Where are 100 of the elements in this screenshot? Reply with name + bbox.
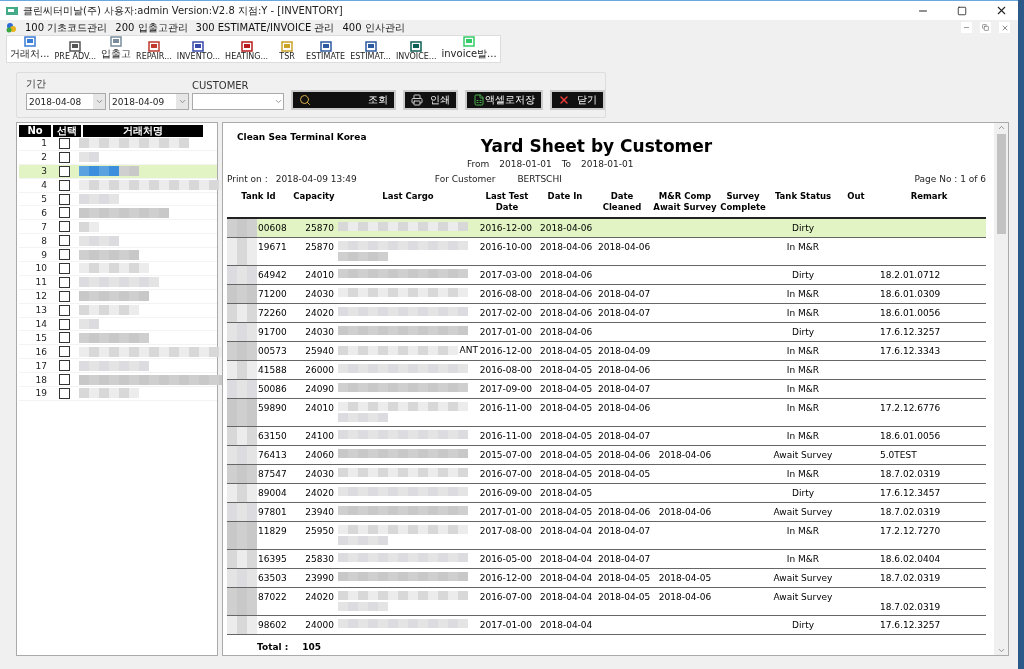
maximize-icon	[957, 5, 967, 16]
toolbar-button[interactable]: 인쇄	[402, 90, 458, 110]
close-button[interactable]	[999, 22, 1010, 33]
checkbox[interactable]	[59, 137, 70, 149]
redacted-text	[79, 235, 119, 246]
customer-row[interactable]: 6	[19, 206, 217, 221]
checkbox[interactable]	[59, 387, 70, 399]
checkbox[interactable]	[59, 179, 70, 191]
toolbar-button[interactable]: 닫기	[549, 90, 605, 110]
checkbox[interactable]	[59, 360, 70, 372]
redacted-text	[79, 360, 149, 371]
row-number: 1	[40, 138, 48, 149]
toolbar-button[interactable]: INVENTO...	[175, 40, 222, 61]
toolbar-button[interactable]: TSR	[272, 40, 303, 61]
toolbar-button[interactable]: invoice발...	[440, 35, 498, 61]
row-number: 19	[34, 388, 48, 399]
checkbox[interactable]	[59, 193, 70, 205]
table-cell-text: 18.7.02.0319	[879, 469, 942, 479]
checkbox[interactable]	[59, 374, 70, 386]
checkbox[interactable]	[59, 235, 70, 247]
toolbar-button[interactable]: 입출고	[100, 35, 133, 61]
menu-item[interactable]: 200 입출고관리	[115, 20, 188, 35]
dropdown-icon	[274, 97, 283, 106]
customer-row[interactable]: 17	[19, 359, 217, 374]
customer-row[interactable]: 7	[19, 220, 217, 235]
date-field[interactable]: 2018-04-08	[26, 93, 106, 110]
scroll-thumb[interactable]	[996, 134, 1006, 234]
column-header: 선택	[53, 125, 81, 137]
table-cell: ANT	[459, 345, 478, 355]
checkbox[interactable]	[59, 165, 70, 177]
redacted-text	[338, 602, 388, 611]
redacted-text	[79, 291, 149, 302]
row-number: 3	[40, 166, 48, 177]
table-cell-text: 26000	[304, 365, 335, 375]
checkbox[interactable]	[59, 221, 70, 233]
table-cell-text: 25870	[304, 223, 335, 233]
redacted-text	[338, 536, 388, 545]
checkbox[interactable]	[59, 304, 70, 316]
table-cell-text: 24030	[304, 289, 335, 299]
table-cell-text: Dirty	[791, 270, 815, 280]
menu-item[interactable]: 400 인사관리	[342, 20, 405, 35]
app-icon	[6, 5, 18, 16]
table-cell: 19671	[258, 242, 287, 252]
customer-row[interactable]: 19	[19, 387, 217, 401]
table-cell-text: 2017-01-00	[478, 507, 533, 517]
toolbar-button[interactable]: HEATING...	[224, 40, 270, 61]
table-cell-text: 25950	[304, 526, 335, 536]
table-cell-text: 18.7.02.0319	[879, 602, 942, 612]
column-header: Survey Complete	[720, 190, 766, 213]
table-cell: 89004	[258, 488, 287, 498]
table-cell-text: 2016-07-00	[478, 592, 533, 602]
customer-row[interactable]: 1	[19, 137, 217, 151]
table-cell-text: 2018-04-04	[539, 573, 594, 583]
table-cell-text: 2018-04-06	[539, 289, 594, 299]
total-value: 105	[302, 642, 322, 652]
toolbar-button[interactable]: INVOICE...	[394, 40, 438, 61]
table-cell: 63503	[258, 573, 287, 583]
menu-item[interactable]: 300 ESTIMATE/INVOICE 관리	[195, 20, 335, 35]
customer-row[interactable]: 15	[19, 331, 217, 346]
table-cell-text: 18.7.02.0319	[879, 507, 942, 517]
checkbox[interactable]	[59, 318, 70, 330]
toolbar-button[interactable]: ESTIMATE	[305, 40, 347, 61]
checkbox[interactable]	[59, 332, 70, 344]
toolbar-button[interactable]: REPAIR...	[135, 40, 173, 61]
print-date: 2018-04-09 13:49	[275, 173, 357, 184]
column-header: Last Test Date	[484, 190, 530, 213]
table-cell-text: 2018-04-04	[539, 526, 594, 536]
checkbox[interactable]	[59, 346, 70, 358]
customer-row[interactable]: 10	[19, 262, 217, 276]
customer-row[interactable]: 8	[19, 234, 217, 249]
checkbox[interactable]	[59, 262, 70, 274]
checkbox[interactable]	[59, 276, 70, 288]
minimize-button[interactable]	[961, 22, 972, 33]
checkbox[interactable]	[59, 207, 70, 219]
customer-row[interactable]: 9	[19, 248, 217, 262]
date-field[interactable]: 2018-04-09	[109, 93, 189, 110]
redacted-text	[79, 249, 139, 260]
checkbox[interactable]	[59, 249, 70, 261]
table-cell-text: 2018-04-05	[539, 507, 594, 517]
toolbar-button[interactable]: PRE ADV...	[53, 40, 98, 61]
table-cell: 41588	[258, 365, 287, 375]
toolbar-button[interactable]: ESTIMAT...	[349, 40, 392, 61]
toolbar-button[interactable]: 거래처...	[9, 35, 51, 61]
checkbox[interactable]	[59, 290, 70, 302]
row-number: 11	[34, 277, 48, 288]
table-cell-text: 18.2.01.0712	[879, 270, 942, 280]
table-cell-text: 2016-09-00	[478, 488, 533, 498]
scrollbar[interactable]	[994, 123, 1008, 655]
redacted-text	[227, 285, 257, 303]
print-label: Print on :	[227, 173, 268, 184]
table-cell-text: 2018-04-05	[539, 488, 594, 498]
table-cell-text: 18.6.01.0056	[879, 431, 942, 441]
table-cell-text: 2018-04-06	[597, 450, 650, 460]
menu-item[interactable]: 100 기초코드관리	[25, 20, 108, 35]
toolbar-button[interactable]: 조회	[291, 90, 396, 110]
table-cell-text: In M&R	[785, 384, 821, 394]
redacted-text	[227, 323, 257, 341]
toolbar-button[interactable]: 액셀로저장	[464, 90, 543, 110]
checkbox[interactable]	[59, 151, 70, 163]
table-cell-text: 24000	[304, 620, 335, 630]
